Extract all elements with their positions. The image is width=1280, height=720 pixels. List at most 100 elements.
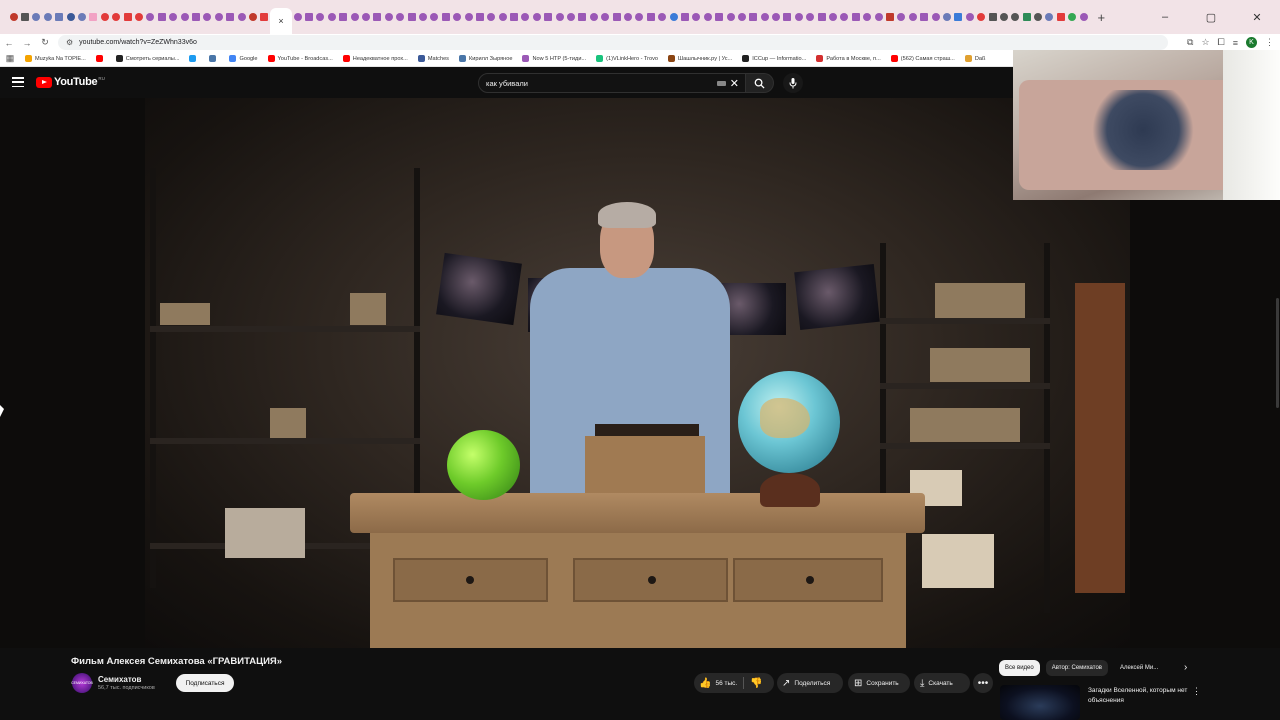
browser-tab[interactable] — [782, 6, 793, 28]
more-actions-button[interactable]: ••• — [973, 673, 993, 693]
browser-tab[interactable] — [167, 6, 178, 28]
url-text[interactable]: youtube.com/watch?v=ZeZWhn33v6o — [79, 39, 197, 46]
forward-icon[interactable]: → — [18, 34, 36, 51]
browser-tab[interactable] — [451, 6, 462, 28]
recommendation-thumbnail[interactable] — [1000, 685, 1080, 720]
bookmark-item[interactable]: Кирилл Зыряное — [454, 51, 518, 67]
browser-tab[interactable] — [679, 6, 690, 28]
browser-tab[interactable] — [930, 6, 941, 28]
browser-tab[interactable] — [793, 6, 804, 28]
browser-tab[interactable] — [850, 6, 861, 28]
bookmark-item[interactable]: Неадекватное прох... — [338, 51, 413, 67]
browser-tab[interactable] — [202, 6, 213, 28]
voice-search-button[interactable] — [783, 73, 803, 93]
browser-tab[interactable] — [19, 6, 30, 28]
bookmark-item[interactable]: Now 5 HTP (5-тиди... — [517, 51, 591, 67]
profile-avatar[interactable]: K — [1246, 37, 1257, 48]
browser-tab[interactable] — [953, 6, 964, 28]
browser-tab[interactable] — [520, 6, 531, 28]
browser-tab[interactable] — [770, 6, 781, 28]
bookmark-item[interactable]: Шашлычник.ру | Ус... — [663, 51, 737, 67]
address-bar[interactable]: ⚙ youtube.com/watch?v=ZeZWhn33v6o — [58, 35, 1168, 50]
browser-tab[interactable] — [691, 6, 702, 28]
browser-tab[interactable] — [122, 6, 133, 28]
bookmark-item[interactable]: (562) Самая страш... — [886, 51, 960, 67]
browser-tab[interactable] — [338, 6, 349, 28]
menu-kebab-icon[interactable]: ⋮ — [1265, 37, 1274, 48]
browser-tab[interactable] — [600, 6, 611, 28]
bookmark-item[interactable]: Работа в Москве, п... — [811, 51, 885, 67]
browser-tab[interactable] — [634, 6, 645, 28]
browser-tab[interactable] — [884, 6, 895, 28]
browser-tab[interactable] — [65, 6, 76, 28]
chevron-right-icon[interactable]: › — [1184, 662, 1187, 673]
browser-tab[interactable] — [748, 6, 759, 28]
browser-tab[interactable] — [440, 6, 451, 28]
browser-tab[interactable] — [54, 6, 65, 28]
browser-tab[interactable] — [987, 6, 998, 28]
bookmark-item[interactable]: (1)VLinkHero - Trovo — [591, 51, 663, 67]
browser-tab[interactable] — [213, 6, 224, 28]
browser-tab[interactable] — [702, 6, 713, 28]
recommendation-title[interactable]: Загадки Вселенной, которым нет объяснени… — [1088, 686, 1188, 706]
close-window-button[interactable]: ✕ — [1234, 0, 1280, 34]
browser-tab[interactable] — [111, 6, 122, 28]
page-scrollbar[interactable] — [1276, 298, 1279, 408]
share-button[interactable]: ↗ Поделиться — [777, 673, 843, 693]
browser-tab[interactable] — [1032, 6, 1043, 28]
browser-tab[interactable] — [406, 6, 417, 28]
install-app-icon[interactable]: ⧉ — [1187, 37, 1193, 48]
chip-all-videos[interactable]: Все видео — [999, 660, 1040, 676]
browser-tab[interactable] — [145, 6, 156, 28]
browser-tab[interactable] — [42, 6, 53, 28]
browser-tab[interactable] — [224, 6, 235, 28]
bookmark-item[interactable]: Daß — [960, 51, 991, 67]
browser-tab[interactable] — [486, 6, 497, 28]
browser-tab[interactable] — [474, 6, 485, 28]
browser-tab[interactable] — [259, 6, 270, 28]
tab-close-icon[interactable]: × — [278, 16, 283, 26]
browser-tab[interactable] — [1021, 6, 1032, 28]
channel-avatar[interactable]: СЕМИХАТОВ — [71, 673, 93, 693]
browser-tab[interactable] — [1044, 6, 1055, 28]
youtube-logo[interactable]: YouTube RU — [36, 76, 105, 88]
bookmark-star-icon[interactable]: ☆ — [1201, 37, 1209, 48]
browser-tab[interactable] — [873, 6, 884, 28]
bookmark-item[interactable]: ICCup — Informatio... — [737, 51, 811, 67]
maximize-button[interactable]: ▢ — [1188, 0, 1234, 34]
browser-tab[interactable] — [839, 6, 850, 28]
bookmark-item[interactable]: Смотреть сериалы... — [111, 51, 185, 67]
hamburger-menu-icon[interactable] — [12, 77, 24, 87]
chip-author[interactable]: Автор: Семихатов — [1045, 660, 1108, 676]
subscribe-button[interactable]: Подписаться — [176, 674, 234, 692]
like-icon[interactable]: 👍 — [699, 678, 711, 689]
browser-tab[interactable] — [543, 6, 554, 28]
new-tab-button[interactable]: + — [1093, 10, 1109, 25]
browser-tab[interactable] — [964, 6, 975, 28]
browser-tab[interactable] — [429, 6, 440, 28]
browser-tab[interactable] — [372, 6, 383, 28]
recommendation-menu-icon[interactable]: ⋮ — [1192, 686, 1201, 697]
browser-tab[interactable] — [577, 6, 588, 28]
bookmark-item[interactable]: Google — [224, 51, 262, 67]
site-info-icon[interactable]: ⚙ — [66, 38, 73, 47]
browser-tab[interactable] — [315, 6, 326, 28]
browser-tab[interactable] — [611, 6, 622, 28]
browser-tab[interactable] — [326, 6, 337, 28]
minimize-button[interactable]: – — [1142, 0, 1188, 34]
browser-tab[interactable] — [236, 6, 247, 28]
browser-tab[interactable] — [179, 6, 190, 28]
browser-tab[interactable] — [816, 6, 827, 28]
browser-tab[interactable] — [303, 6, 314, 28]
browser-tab[interactable] — [497, 6, 508, 28]
browser-tab[interactable] — [1078, 6, 1089, 28]
browser-tab[interactable] — [645, 6, 656, 28]
browser-tab[interactable] — [918, 6, 929, 28]
browser-tab[interactable] — [292, 6, 303, 28]
browser-tab[interactable] — [8, 6, 19, 28]
clear-search-icon[interactable]: ✕ — [730, 77, 739, 90]
browser-tab[interactable] — [395, 6, 406, 28]
downloads-icon[interactable]: ≡ — [1233, 38, 1238, 48]
tab-search-icon[interactable] — [0, 0, 8, 34]
bookmark-item[interactable] — [91, 51, 111, 67]
